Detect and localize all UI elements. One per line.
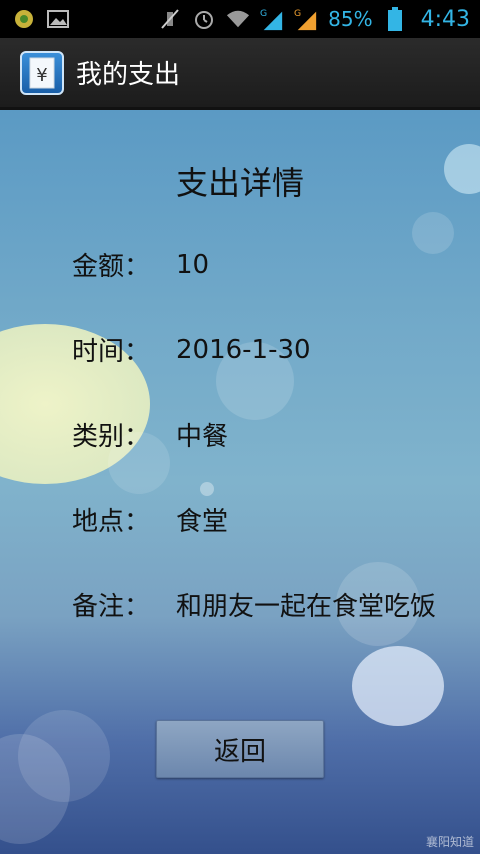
svg-text:G: G xyxy=(294,8,301,19)
alarm-icon xyxy=(192,8,216,30)
category-row: 类别： 中餐 xyxy=(72,416,228,453)
watermark: 襄阳知道 xyxy=(425,835,474,849)
amount-row: 金额： 10 xyxy=(72,246,209,283)
clock: 4:43 xyxy=(420,6,470,32)
category-value: 中餐 xyxy=(176,422,229,452)
location-value: 食堂 xyxy=(176,507,229,537)
signal-g-icon: G xyxy=(260,8,284,31)
time-label: 时间： xyxy=(72,337,151,367)
amount-value: 10 xyxy=(176,249,210,280)
back-button[interactable]: 返回 xyxy=(156,720,324,778)
signal-g2-icon: G xyxy=(294,8,318,31)
battery-icon xyxy=(383,7,407,31)
app-title: 我的支出 xyxy=(76,60,181,90)
note-row: 备注： 和朋友一起在食堂吃饭 xyxy=(72,586,436,623)
bokeh-bubble xyxy=(200,482,214,496)
location-label: 地点： xyxy=(72,507,151,537)
app-notification-icon xyxy=(12,8,36,30)
yen-document-icon[interactable]: ¥ xyxy=(20,50,64,95)
image-icon xyxy=(46,8,70,30)
location-row: 地点： 食堂 xyxy=(72,501,228,538)
category-label: 类别： xyxy=(72,422,151,452)
amount-label: 金额： xyxy=(72,252,151,282)
mute-icon xyxy=(158,8,182,30)
bokeh-bubble xyxy=(352,646,444,726)
note-value: 和朋友一起在食堂吃饭 xyxy=(176,592,437,622)
status-bar: G G 85% 4:43 xyxy=(0,0,480,38)
svg-text:G: G xyxy=(260,8,267,19)
battery-percent: 85% xyxy=(328,7,373,31)
note-label: 备注： xyxy=(72,592,151,622)
detail-screen: 支出详情 金额： 10 时间： 2016-1-30 类别： 中餐 地点： 食堂 … xyxy=(0,110,480,854)
time-row: 时间： 2016-1-30 xyxy=(72,331,311,368)
status-bar-right: G G 85% 4:43 xyxy=(158,7,470,32)
detail-title: 支出详情 xyxy=(175,164,304,202)
bokeh-bubble xyxy=(412,212,454,254)
wifi-icon xyxy=(226,8,250,30)
time-value: 2016-1-30 xyxy=(176,334,311,365)
svg-text:¥: ¥ xyxy=(36,65,47,86)
status-bar-left xyxy=(12,8,70,30)
action-bar: ¥ 我的支出 xyxy=(0,38,480,110)
